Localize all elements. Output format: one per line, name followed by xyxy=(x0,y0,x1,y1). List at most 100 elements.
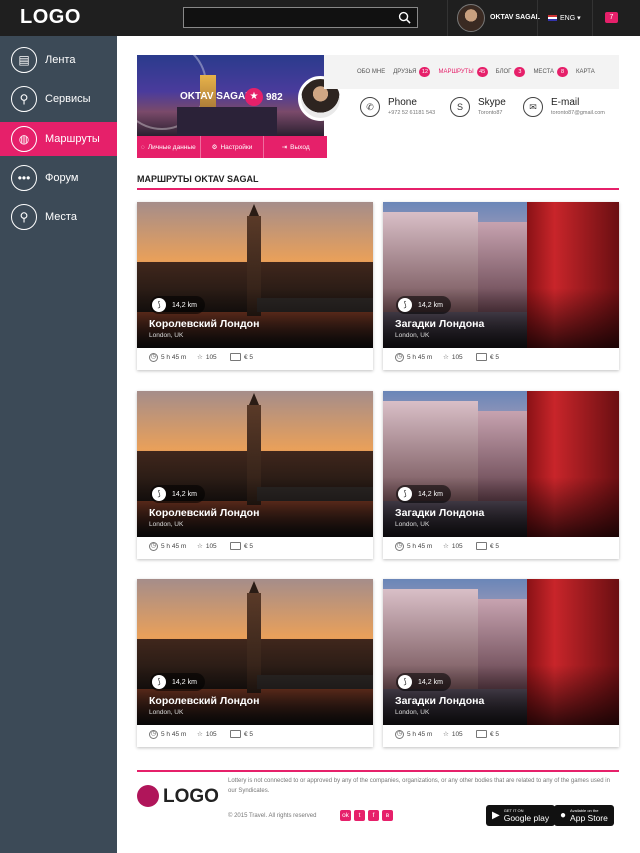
tab-routes[interactable]: МАРШРУТЫ 45 xyxy=(438,67,488,77)
route-card[interactable]: ⟆ 14,2 km Королевский Лондон London, UK ◷… xyxy=(137,391,373,559)
store-name: App Store xyxy=(570,813,608,823)
price: € 5 xyxy=(230,542,253,550)
sidebar: ▤ Лента ⚲ Сервисы ◍ Маршруты ••• Форум ⚲… xyxy=(0,36,117,853)
route-card[interactable]: ⟆ 14,2 km Загадки Лондона London, UK ◷ 5 h… xyxy=(383,391,619,559)
card-location: London, UK xyxy=(395,709,430,716)
tab-blog[interactable]: БЛОГ 3 xyxy=(496,67,526,77)
distance-badge: ⟆ 14,2 km xyxy=(150,673,205,691)
ticket-icon xyxy=(230,542,241,550)
contact-value[interactable]: Toronto87 xyxy=(478,110,506,116)
card-title[interactable]: Загадки Лондона xyxy=(395,318,484,330)
card-title[interactable]: Королевский Лондон xyxy=(149,695,259,707)
sidebar-item-label: Лента xyxy=(45,54,76,66)
personal-data-button[interactable]: ◌ Личные данные xyxy=(137,136,201,158)
button-label: Личные данные xyxy=(147,143,196,151)
sidebar-item-forum[interactable]: ••• Форум xyxy=(0,161,117,195)
search-input[interactable] xyxy=(183,7,418,28)
sidebar-item-places[interactable]: ⚲ Места xyxy=(0,200,117,234)
likes[interactable]: ☆ 105 xyxy=(443,353,463,362)
google-play-icon: ▶ xyxy=(492,810,500,821)
star-icon: ☆ xyxy=(197,354,203,361)
tab-label: БЛОГ xyxy=(495,69,512,75)
contact-value[interactable]: +972 52 61181 543 xyxy=(388,110,435,116)
apple-icon: ● xyxy=(560,810,567,821)
duration-value: 5 h 45 m xyxy=(407,731,433,738)
likes[interactable]: ☆ 105 xyxy=(443,730,463,739)
gear-icon: ⚙ xyxy=(211,144,218,151)
clock-icon: ◷ xyxy=(149,542,158,551)
distance-value: 14,2 km xyxy=(172,301,197,309)
user-name[interactable]: OKTAV SAGAL xyxy=(490,14,540,21)
user-avatar[interactable] xyxy=(457,4,485,32)
duration: ◷ 5 h 45 m xyxy=(395,353,432,362)
profile-actions: ◌ Личные данные ⚙ Настройки ⇥ Выход xyxy=(137,136,327,158)
tab-map[interactable]: КАРТА xyxy=(576,69,595,75)
price: € 5 xyxy=(230,730,253,738)
sidebar-item-label: Маршруты xyxy=(45,133,100,145)
tab-label: МАРШРУТЫ xyxy=(438,69,474,75)
logout-button[interactable]: ⇥ Выход xyxy=(264,136,327,158)
route-card[interactable]: ⟆ 14,2 km Загадки Лондона London, UK ◷ 5 h… xyxy=(383,202,619,370)
language-select[interactable]: ENG ▾ xyxy=(548,14,581,22)
ticket-icon xyxy=(230,730,241,738)
sidebar-item-label: Форум xyxy=(45,172,79,184)
card-title[interactable]: Загадки Лондона xyxy=(395,507,484,519)
route-card[interactable]: ⟆ 14,2 km Загадки Лондона London, UK ◷ 5 h… xyxy=(383,579,619,747)
footer-copyright: © 2015 Travel. All rights reserved xyxy=(228,813,317,819)
card-location: London, UK xyxy=(149,521,184,528)
route-icon: ⟆ xyxy=(398,487,412,501)
route-icon: ⟆ xyxy=(152,487,166,501)
header-logo[interactable]: LOGO xyxy=(20,6,81,29)
sidebar-item-feed[interactable]: ▤ Лента xyxy=(0,43,117,77)
contact-phone: ✆ Phone +972 52 61181 543 xyxy=(360,97,435,117)
likes[interactable]: ☆ 105 xyxy=(197,353,217,362)
settings-button[interactable]: ⚙ Настройки xyxy=(201,136,265,158)
sidebar-item-label: Места xyxy=(45,211,77,223)
clock-icon: ◷ xyxy=(395,542,404,551)
sidebar-item-services[interactable]: ⚲ Сервисы xyxy=(0,82,117,116)
route-card[interactable]: ⟆ 14,2 km Королевский Лондон London, UK ◷… xyxy=(137,202,373,370)
likes[interactable]: ☆ 105 xyxy=(197,730,217,739)
tab-label: ОБО МНЕ xyxy=(357,69,386,75)
distance-value: 14,2 km xyxy=(172,678,197,686)
twitter-icon[interactable]: t xyxy=(354,810,365,821)
app-store-button[interactable]: ● Available on the App Store xyxy=(554,805,614,826)
distance-value: 14,2 km xyxy=(418,301,443,309)
vk-icon[interactable]: в xyxy=(382,810,393,821)
duration: ◷ 5 h 45 m xyxy=(395,542,432,551)
facebook-icon[interactable]: f xyxy=(368,810,379,821)
card-title[interactable]: Королевский Лондон xyxy=(149,318,259,330)
route-icon: ⟆ xyxy=(152,298,166,312)
clock-icon: ◷ xyxy=(149,353,158,362)
price: € 5 xyxy=(230,353,253,361)
tab-label: ДРУЗЬЯ xyxy=(393,69,417,75)
card-title[interactable]: Королевский Лондон xyxy=(149,507,259,519)
top-bar: LOGO OKTAV SAGAL ENG ▾ 7 xyxy=(0,0,640,36)
tab-places[interactable]: МЕСТА 8 xyxy=(533,67,569,77)
contact-value[interactable]: toronto87@gmail.com xyxy=(551,110,605,116)
tab-label: МЕСТА xyxy=(533,69,555,75)
google-play-button[interactable]: ▶ GET IT ON Google play xyxy=(486,805,556,826)
skype-icon: S xyxy=(450,97,470,117)
profile-name: OKTAV SAGAL xyxy=(180,91,252,102)
likes[interactable]: ☆ 105 xyxy=(197,542,217,551)
contact-skype: S Skype Toronto87 xyxy=(450,97,506,117)
sitemap-icon: ⚲ xyxy=(11,86,37,112)
globe-icon: ◍ xyxy=(11,126,37,152)
price: € 5 xyxy=(476,730,499,738)
card-title[interactable]: Загадки Лондона xyxy=(395,695,484,707)
duration: ◷ 5 h 45 m xyxy=(395,730,432,739)
route-card[interactable]: ⟆ 14,2 km Королевский Лондон London, UK ◷… xyxy=(137,579,373,747)
likes[interactable]: ☆ 105 xyxy=(443,542,463,551)
contact-title: Skype xyxy=(478,97,506,108)
sidebar-item-routes[interactable]: ◍ Маршруты xyxy=(0,122,117,156)
tab-friends[interactable]: ДРУЗЬЯ 12 xyxy=(393,67,431,77)
price-value: € 5 xyxy=(244,730,254,738)
tab-about[interactable]: ОБО МНЕ xyxy=(357,69,385,75)
footer-logo[interactable]: LOGO xyxy=(163,786,219,808)
likes-value: 105 xyxy=(451,353,463,361)
notifications-badge[interactable]: 7 xyxy=(605,12,618,23)
card-location: London, UK xyxy=(149,709,184,716)
odnoklassniki-icon[interactable]: ok xyxy=(340,810,351,821)
search-icon[interactable] xyxy=(398,11,411,24)
